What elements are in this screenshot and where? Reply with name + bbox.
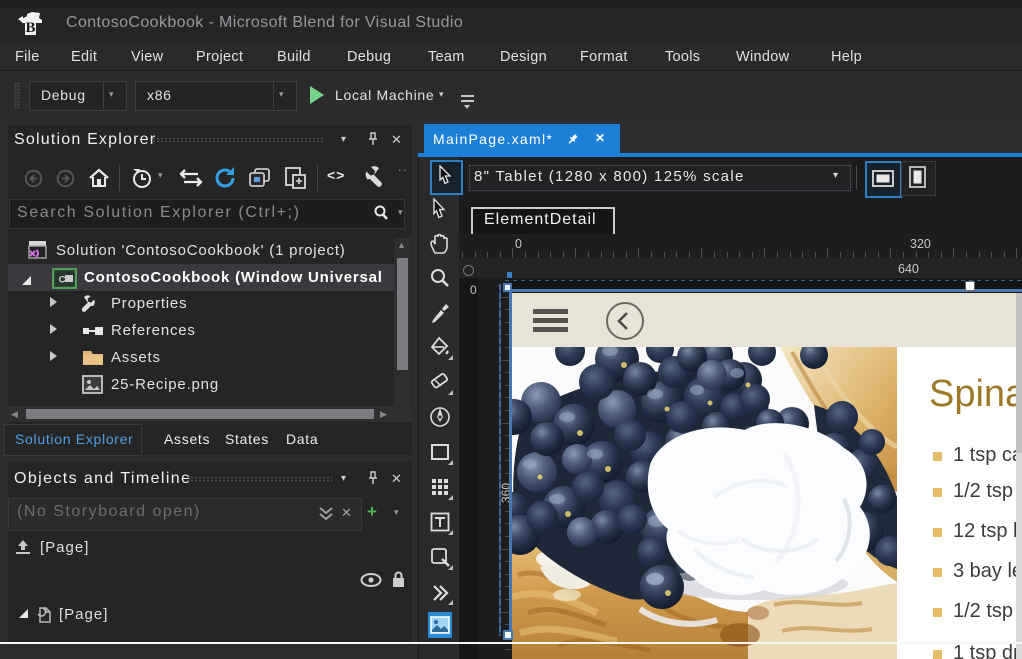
- svg-text:C: C: [59, 275, 66, 286]
- svg-text:B: B: [25, 20, 35, 36]
